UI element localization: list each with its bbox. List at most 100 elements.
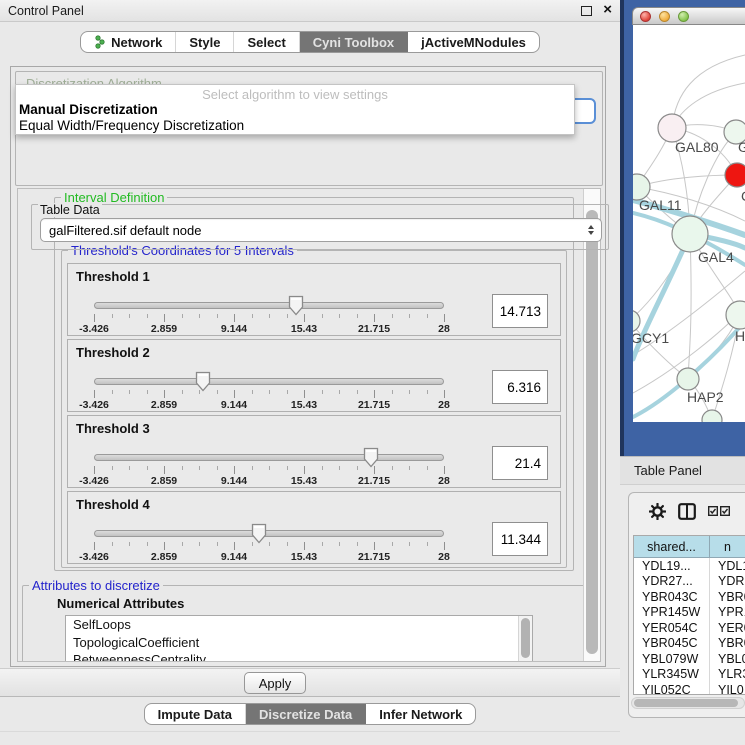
tab-network[interactable]: Network <box>81 32 176 52</box>
tick-label: 9.144 <box>221 551 247 563</box>
table-toolbar <box>629 493 745 529</box>
cell-name: YLR3 <box>710 667 745 683</box>
slider-track[interactable] <box>94 454 444 461</box>
cell-shared-name: YIL052C <box>634 682 710 695</box>
network-node[interactable] <box>702 410 722 422</box>
close-icon[interactable]: × <box>603 1 612 18</box>
tab-jactivemnodules[interactable]: jActiveMNodules <box>408 32 539 52</box>
tab-impute-data[interactable]: Impute Data <box>145 704 246 724</box>
algorithm-option[interactable]: Equal Width/Frequency Discretization <box>16 118 574 134</box>
slider-handle[interactable] <box>251 523 267 544</box>
split-panel-icon[interactable] <box>678 503 696 520</box>
tick-mark <box>444 314 445 322</box>
control-panel-titlebar: Control Panel <box>0 0 620 22</box>
tick-label: 28 <box>438 323 450 335</box>
table-row[interactable]: YBL079WYBL0 <box>634 651 745 667</box>
attribute-list-item[interactable]: BetweennessCentrality <box>66 651 532 662</box>
tab-discretize-data[interactable]: Discretize Data <box>246 704 366 724</box>
column-header-shared-name[interactable]: shared... <box>634 536 710 557</box>
table-data-group: Table Data galFiltered.sif default node <box>31 204 609 250</box>
cell-name: YBL0 <box>710 651 745 667</box>
network-node[interactable] <box>633 310 640 332</box>
threshold-value-field[interactable]: 11.344 <box>492 522 548 556</box>
network-node[interactable] <box>672 216 708 252</box>
close-traffic-light-icon[interactable] <box>640 11 651 22</box>
threshold-value-field[interactable]: 6.316 <box>492 370 548 404</box>
threshold-value-field[interactable]: 21.4 <box>492 446 548 480</box>
apply-button[interactable]: Apply <box>244 672 306 694</box>
tick-mark <box>112 466 113 470</box>
float-window-icon[interactable] <box>581 6 592 16</box>
table-horizontal-scrollbar[interactable] <box>631 697 745 709</box>
node-label: GAL4 <box>698 249 734 265</box>
numerical-attributes-list[interactable]: SelfLoopsTopologicalCoefficientBetweenne… <box>65 615 533 662</box>
tick-mark <box>392 466 393 470</box>
node-table[interactable]: shared... n YDL19...YDL1YDR27...YDR2YBR0… <box>633 535 745 695</box>
network-node[interactable] <box>726 301 745 329</box>
tab-style[interactable]: Style <box>176 32 234 52</box>
threshold-panel: Threshold 2-3.4262.8599.14415.4321.71528… <box>67 339 561 412</box>
tick-mark <box>287 314 288 318</box>
network-window-edge <box>620 0 624 456</box>
table-row[interactable]: YLR345WYLR3 <box>634 667 745 683</box>
panel-title: Control Panel <box>0 4 84 18</box>
minimize-traffic-light-icon[interactable] <box>659 11 670 22</box>
network-canvas[interactable]: GAL80GCGAL11GAL4HGCY1HAP2 <box>633 25 745 422</box>
table-row[interactable]: YBR045CYBR0 <box>634 636 745 652</box>
tick-label: 28 <box>438 399 450 411</box>
algorithm-placeholder-option[interactable]: Select algorithm to view settings <box>16 85 574 102</box>
threshold-label: Threshold 3 <box>76 421 150 436</box>
algorithm-option[interactable]: Manual Discretization <box>16 102 574 118</box>
tick-mark <box>374 466 375 474</box>
tick-label: -3.426 <box>79 475 109 487</box>
slider-handle[interactable] <box>363 447 379 468</box>
tab-label: Cyni Toolbox <box>313 35 394 50</box>
settings-scroll-panel: Interval Definition Number of Intervals … <box>17 188 601 662</box>
slider-tick-labels: -3.4262.8599.14415.4321.71528 <box>94 399 444 411</box>
tick-mark <box>182 466 183 470</box>
table-row[interactable]: YIL052CYIL0 <box>634 682 745 695</box>
tick-mark <box>339 390 340 394</box>
slider-track[interactable] <box>94 378 444 385</box>
table-data-combo[interactable]: galFiltered.sif default node <box>40 218 602 242</box>
tick-mark <box>322 542 323 546</box>
attributes-scrollbar[interactable] <box>518 616 532 662</box>
tick-mark <box>357 466 358 470</box>
network-window-titlebar <box>632 7 745 25</box>
tick-label: 15.43 <box>291 323 317 335</box>
table-row[interactable]: YDL19...YDL1 <box>634 558 745 574</box>
attribute-list-item[interactable]: TopologicalCoefficient <box>66 634 532 652</box>
tick-mark <box>357 314 358 318</box>
threshold-value-field[interactable]: 14.713 <box>492 294 548 328</box>
slider-track[interactable] <box>94 302 444 309</box>
table-row[interactable]: YDR27...YDR2 <box>634 574 745 590</box>
cell-shared-name: YDR27... <box>634 574 710 590</box>
tick-mark <box>374 314 375 322</box>
slider-handle[interactable] <box>288 295 304 316</box>
tab-label: Impute Data <box>158 707 232 722</box>
slider-handle[interactable] <box>195 371 211 392</box>
network-node[interactable] <box>677 368 699 390</box>
table-row[interactable]: YER054CYER0 <box>634 620 745 636</box>
attribute-list-item[interactable]: SelfLoops <box>66 616 532 634</box>
slider-track[interactable] <box>94 530 444 537</box>
tab-cyni-toolbox[interactable]: Cyni Toolbox <box>300 32 408 52</box>
tab-infer-network[interactable]: Infer Network <box>366 704 475 724</box>
select-columns-icon[interactable] <box>708 506 730 516</box>
tick-mark <box>147 314 148 318</box>
table-row[interactable]: YPR145WYPR1 <box>634 605 745 621</box>
tick-mark <box>427 390 428 394</box>
tick-mark <box>217 314 218 318</box>
network-node[interactable] <box>725 163 745 187</box>
algorithm-dropdown-popup: Select algorithm to view settings Manual… <box>15 84 575 135</box>
network-node[interactable] <box>658 114 686 142</box>
panel-scrollbar[interactable] <box>583 189 600 661</box>
table-row[interactable]: YBR043CYBR0 <box>634 589 745 605</box>
threshold-slider: -3.4262.8599.14415.4321.71528 <box>94 300 444 334</box>
tick-label: -3.426 <box>79 323 109 335</box>
gear-icon[interactable] <box>649 503 666 520</box>
tick-label: 15.43 <box>291 475 317 487</box>
column-header-name[interactable]: n <box>710 536 745 557</box>
tab-select[interactable]: Select <box>234 32 299 52</box>
zoom-traffic-light-icon[interactable] <box>678 11 689 22</box>
